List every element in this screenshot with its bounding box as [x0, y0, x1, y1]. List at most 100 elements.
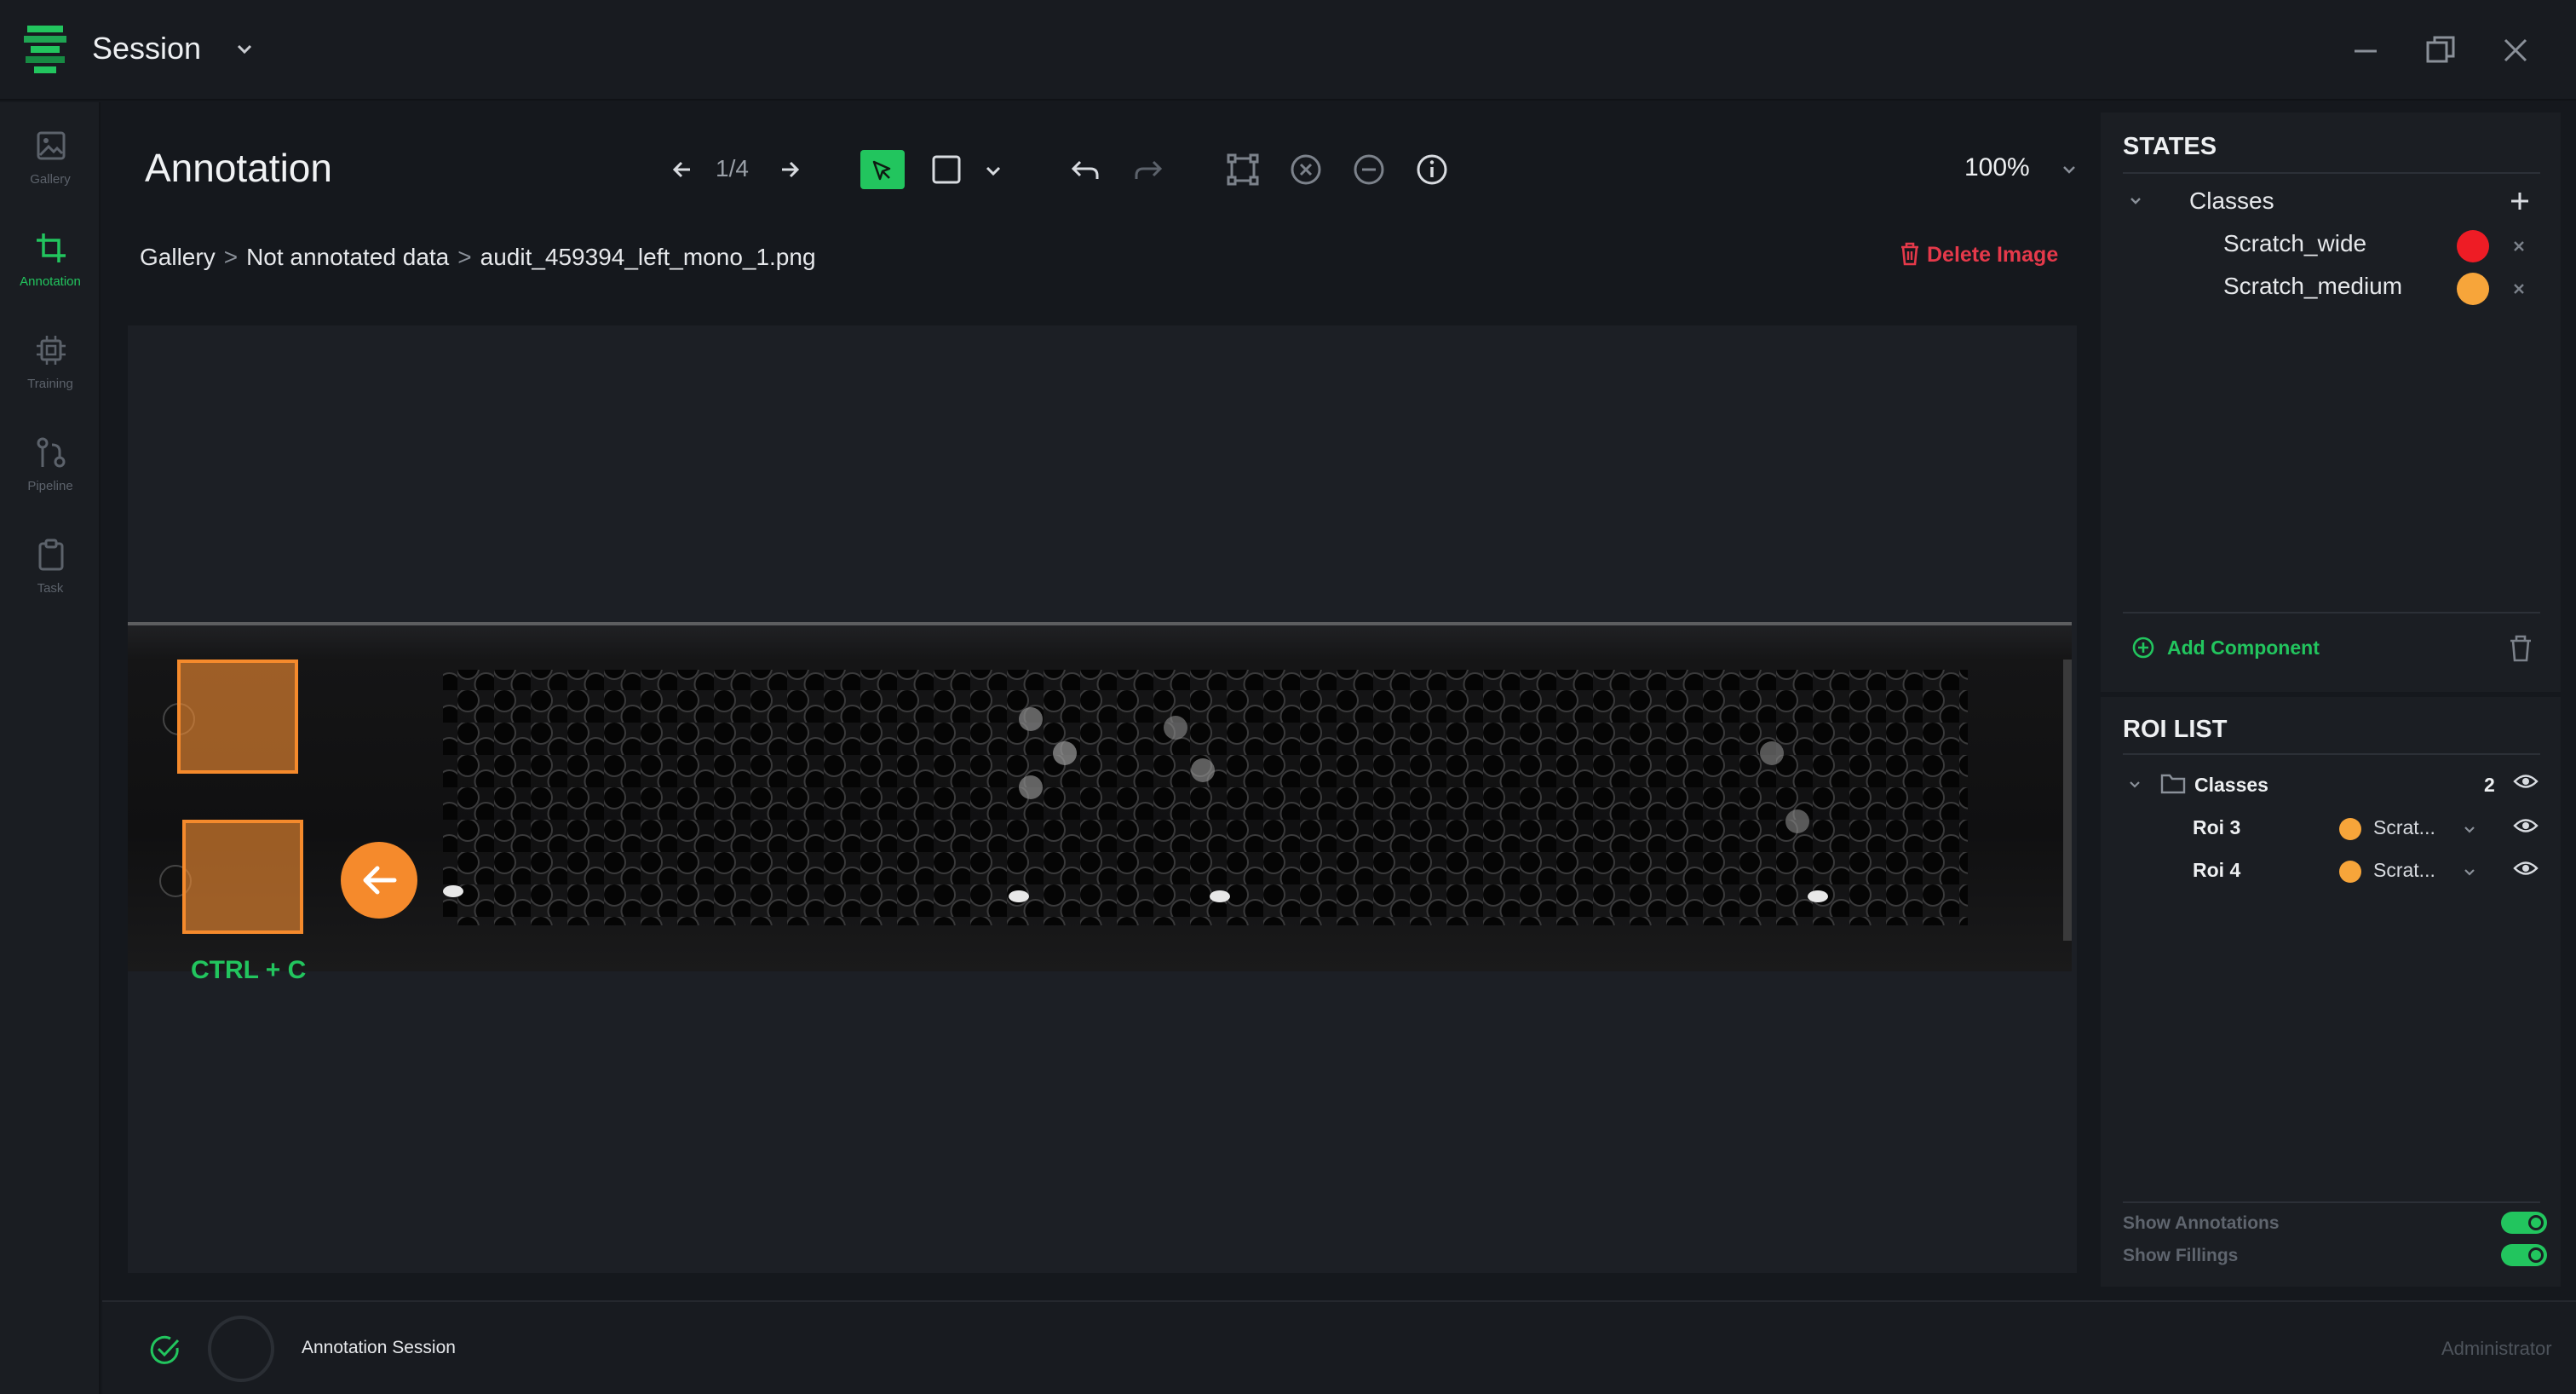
breadcrumb-item[interactable]: Not annotated data — [246, 244, 449, 270]
roi-count: 2 — [2484, 774, 2495, 796]
states-title: STATES — [2123, 133, 2217, 160]
chevron-down-icon[interactable] — [980, 157, 1007, 184]
delete-image-button[interactable]: Delete Image — [1900, 242, 2058, 268]
shortcut-hint: CTRL + C — [191, 956, 307, 984]
nav-gallery[interactable]: Gallery — [0, 121, 101, 203]
chip-icon — [37, 336, 66, 365]
class-color-swatch[interactable] — [2457, 230, 2489, 262]
nav-training[interactable]: Training — [0, 325, 101, 407]
progress-ring — [208, 1316, 274, 1382]
app-logo-icon — [24, 26, 66, 73]
eye-icon[interactable] — [2513, 772, 2539, 791]
title-bar: Session — [0, 0, 2576, 101]
divider — [2123, 172, 2540, 174]
status-bar: Annotation Session Administrator — [102, 1300, 2576, 1394]
roi-box-3[interactable] — [177, 660, 298, 774]
paste-arrow-indicator — [341, 842, 417, 919]
roi-name[interactable]: Roi 4 — [2193, 859, 2240, 882]
add-component-button[interactable]: Add Component — [2131, 636, 2320, 660]
close-icon[interactable] — [2510, 279, 2528, 298]
zoom-level[interactable]: 100% — [1964, 153, 2030, 182]
nav-label: Gallery — [30, 172, 71, 187]
roi-list-title: ROI LIST — [2123, 716, 2228, 743]
select-tool-button[interactable] — [860, 150, 905, 189]
breadcrumb-item: audit_459394_left_mono_1.png — [480, 244, 816, 270]
trash-icon — [1901, 242, 1918, 266]
roi-box-4[interactable] — [182, 820, 303, 934]
trash-icon[interactable] — [2508, 634, 2533, 663]
minimize-icon[interactable] — [2346, 31, 2385, 70]
chevron-down-icon[interactable] — [2462, 821, 2477, 837]
nav-label: Annotation — [20, 274, 81, 289]
undo-icon[interactable] — [1067, 152, 1102, 187]
roi-class-color — [2339, 818, 2361, 840]
breadcrumb: Gallery > Not annotated data > audit_459394_… — [140, 244, 816, 271]
roi-name[interactable]: Roi 3 — [2193, 816, 2240, 839]
arrow-left-icon — [363, 866, 397, 895]
crop-icon — [37, 233, 66, 262]
class-color-swatch[interactable] — [2457, 273, 2489, 305]
close-icon[interactable] — [2510, 237, 2528, 256]
arrow-left-icon[interactable] — [664, 152, 700, 187]
classes-group-label[interactable]: Classes — [2189, 187, 2274, 215]
divider — [2123, 753, 2540, 755]
cursor-icon — [872, 160, 891, 181]
states-panel: STATES Classes Scratch_wide Scratch_medi… — [2101, 112, 2561, 692]
toggle-label: Show Annotations — [2123, 1213, 2280, 1233]
perforation-pattern — [159, 660, 2072, 941]
page-counter: 1/4 — [716, 155, 749, 181]
session-status-label: Annotation Session — [302, 1338, 456, 1357]
plus-icon[interactable] — [2508, 189, 2532, 213]
chevron-down-icon[interactable] — [2462, 864, 2477, 879]
clipboard-icon — [38, 539, 64, 571]
close-icon[interactable] — [2496, 31, 2535, 70]
remove-circle-icon[interactable] — [1351, 152, 1387, 187]
nav-task[interactable]: Task — [0, 530, 101, 612]
image-icon — [37, 131, 66, 160]
divider — [2123, 612, 2540, 613]
add-component-label: Add Component — [2167, 637, 2320, 659]
chevron-down-icon[interactable] — [2058, 158, 2080, 181]
breadcrumb-separator: > — [223, 244, 239, 270]
class-name[interactable]: Scratch_wide — [2223, 230, 2366, 257]
nav-label: Task — [37, 581, 64, 596]
check-circle-icon — [150, 1335, 180, 1364]
nav-label: Pipeline — [27, 479, 73, 493]
rectangle-tool-icon[interactable] — [929, 152, 964, 187]
delete-image-label: Delete Image — [1927, 243, 2059, 267]
toggle-label: Show Fillings — [2123, 1246, 2239, 1265]
left-nav: Gallery Annotation Training Pipeline Tas… — [0, 102, 101, 1394]
show-fillings-toggle[interactable] — [2501, 1244, 2547, 1266]
restore-icon[interactable] — [2421, 31, 2460, 70]
chevron-down-icon[interactable] — [233, 37, 256, 60]
session-title[interactable]: Session — [92, 31, 201, 66]
nav-label: Training — [27, 377, 73, 391]
page-title: Annotation — [145, 146, 332, 190]
git-branch-icon — [37, 437, 66, 468]
user-label[interactable]: Administrator — [2441, 1338, 2552, 1360]
chevron-down-icon[interactable] — [2126, 775, 2143, 792]
info-icon[interactable] — [1414, 152, 1450, 187]
eye-icon[interactable] — [2513, 859, 2539, 878]
bounding-box-icon[interactable] — [1225, 152, 1261, 187]
class-name[interactable]: Scratch_medium — [2223, 273, 2402, 300]
folder-icon — [2160, 774, 2186, 794]
roi-class-select[interactable]: Scrat... — [2373, 816, 2435, 839]
roi-class-color — [2339, 861, 2361, 883]
breadcrumb-separator: > — [457, 244, 472, 270]
roi-list-panel: ROI LIST Classes 2 Roi 3 Scrat... Roi 4 … — [2101, 697, 2561, 1287]
nav-annotation[interactable]: Annotation — [0, 223, 101, 305]
breadcrumb-item[interactable]: Gallery — [140, 244, 216, 270]
eye-icon[interactable] — [2513, 816, 2539, 835]
roi-group-label[interactable]: Classes — [2194, 774, 2268, 797]
annotation-canvas[interactable]: CTRL + C — [128, 325, 2077, 1273]
plus-circle-icon — [2132, 637, 2154, 659]
panel-image — [128, 622, 2072, 971]
nav-pipeline[interactable]: Pipeline — [0, 428, 101, 510]
arrow-right-icon[interactable] — [772, 152, 808, 187]
show-annotations-toggle[interactable] — [2501, 1212, 2547, 1234]
chevron-down-icon[interactable] — [2126, 191, 2145, 210]
roi-class-select[interactable]: Scrat... — [2373, 859, 2435, 882]
redo-icon[interactable] — [1131, 152, 1167, 187]
clear-circle-icon[interactable] — [1288, 152, 1324, 187]
